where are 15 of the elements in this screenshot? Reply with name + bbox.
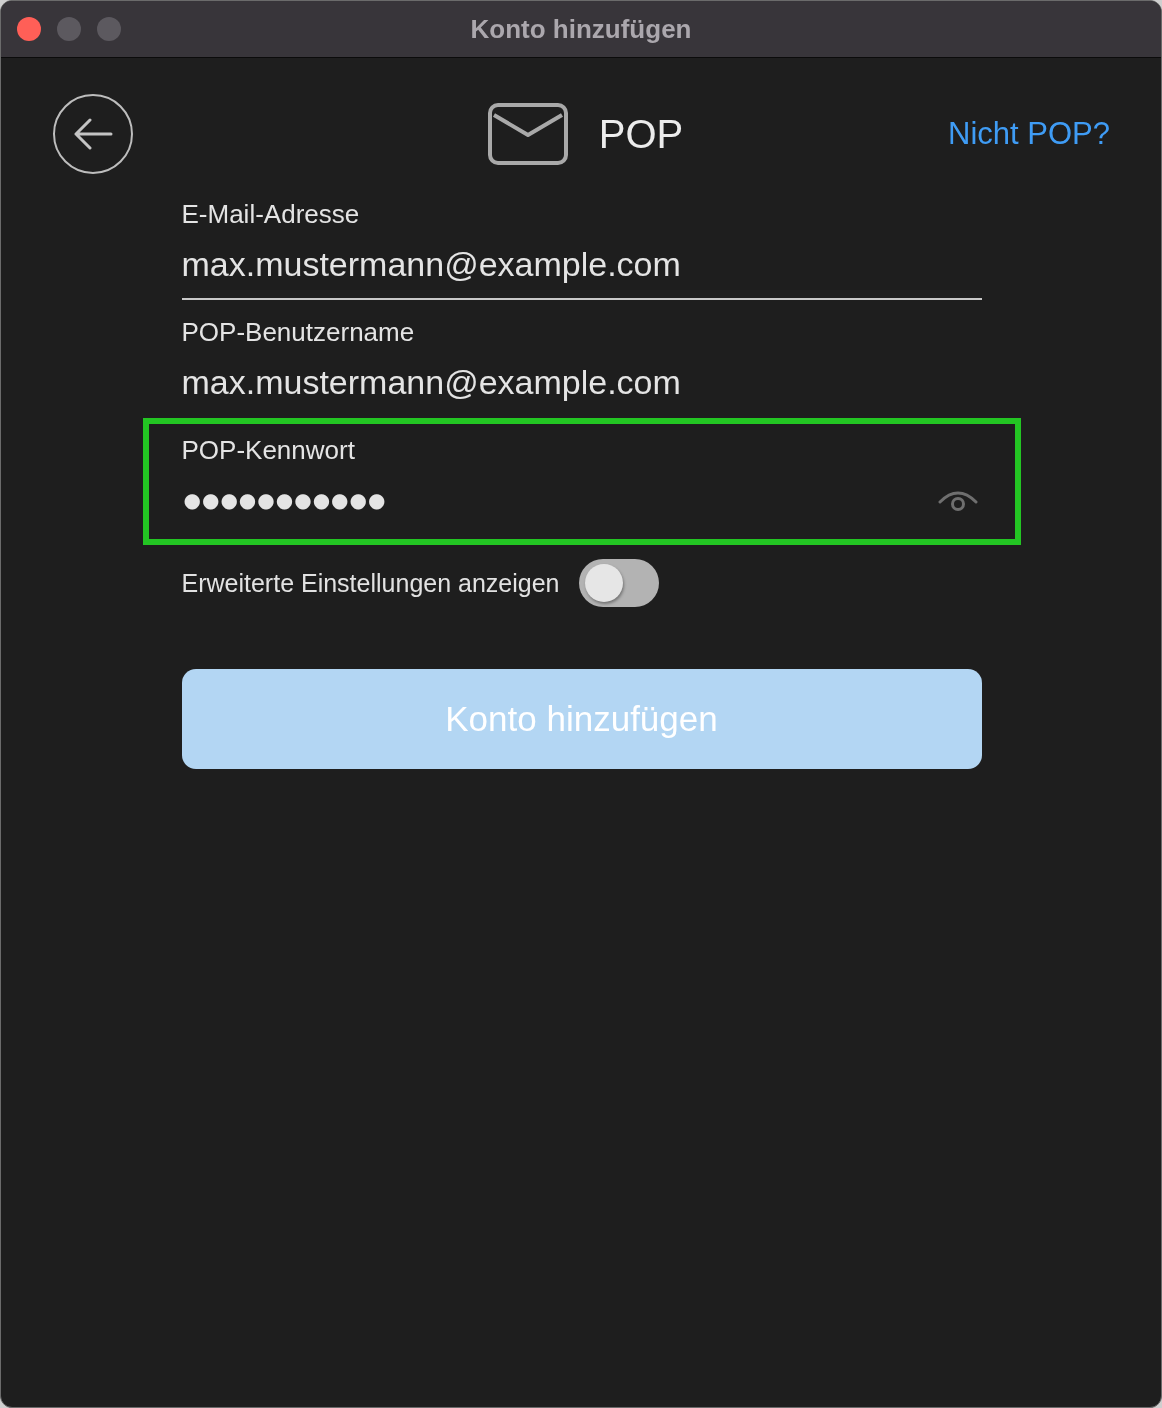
advanced-settings-label: Erweiterte Einstellungen anzeigen	[181, 568, 560, 598]
left-arrow-icon	[73, 118, 113, 150]
field-label: POP-Benutzername	[181, 317, 415, 347]
protocol-title: POP	[598, 111, 684, 157]
toggle-switch[interactable]	[578, 559, 659, 607]
back-button[interactable]	[53, 94, 133, 174]
window-title: Konto hinzufügen	[470, 13, 692, 45]
envelope-icon	[487, 103, 568, 165]
change-protocol-link[interactable]: Nicht POP?	[948, 116, 1110, 152]
field-label: E-Mail-Adresse	[181, 199, 360, 229]
password-field[interactable]: ●●●●●●●●●●●	[181, 480, 982, 520]
email-field[interactable]: max.mustermann@example.com	[181, 244, 982, 300]
field-label: POP-Kennwort	[181, 435, 356, 465]
username-field[interactable]: max.mustermann@example.com	[181, 362, 982, 418]
close-button[interactable]	[17, 17, 41, 41]
